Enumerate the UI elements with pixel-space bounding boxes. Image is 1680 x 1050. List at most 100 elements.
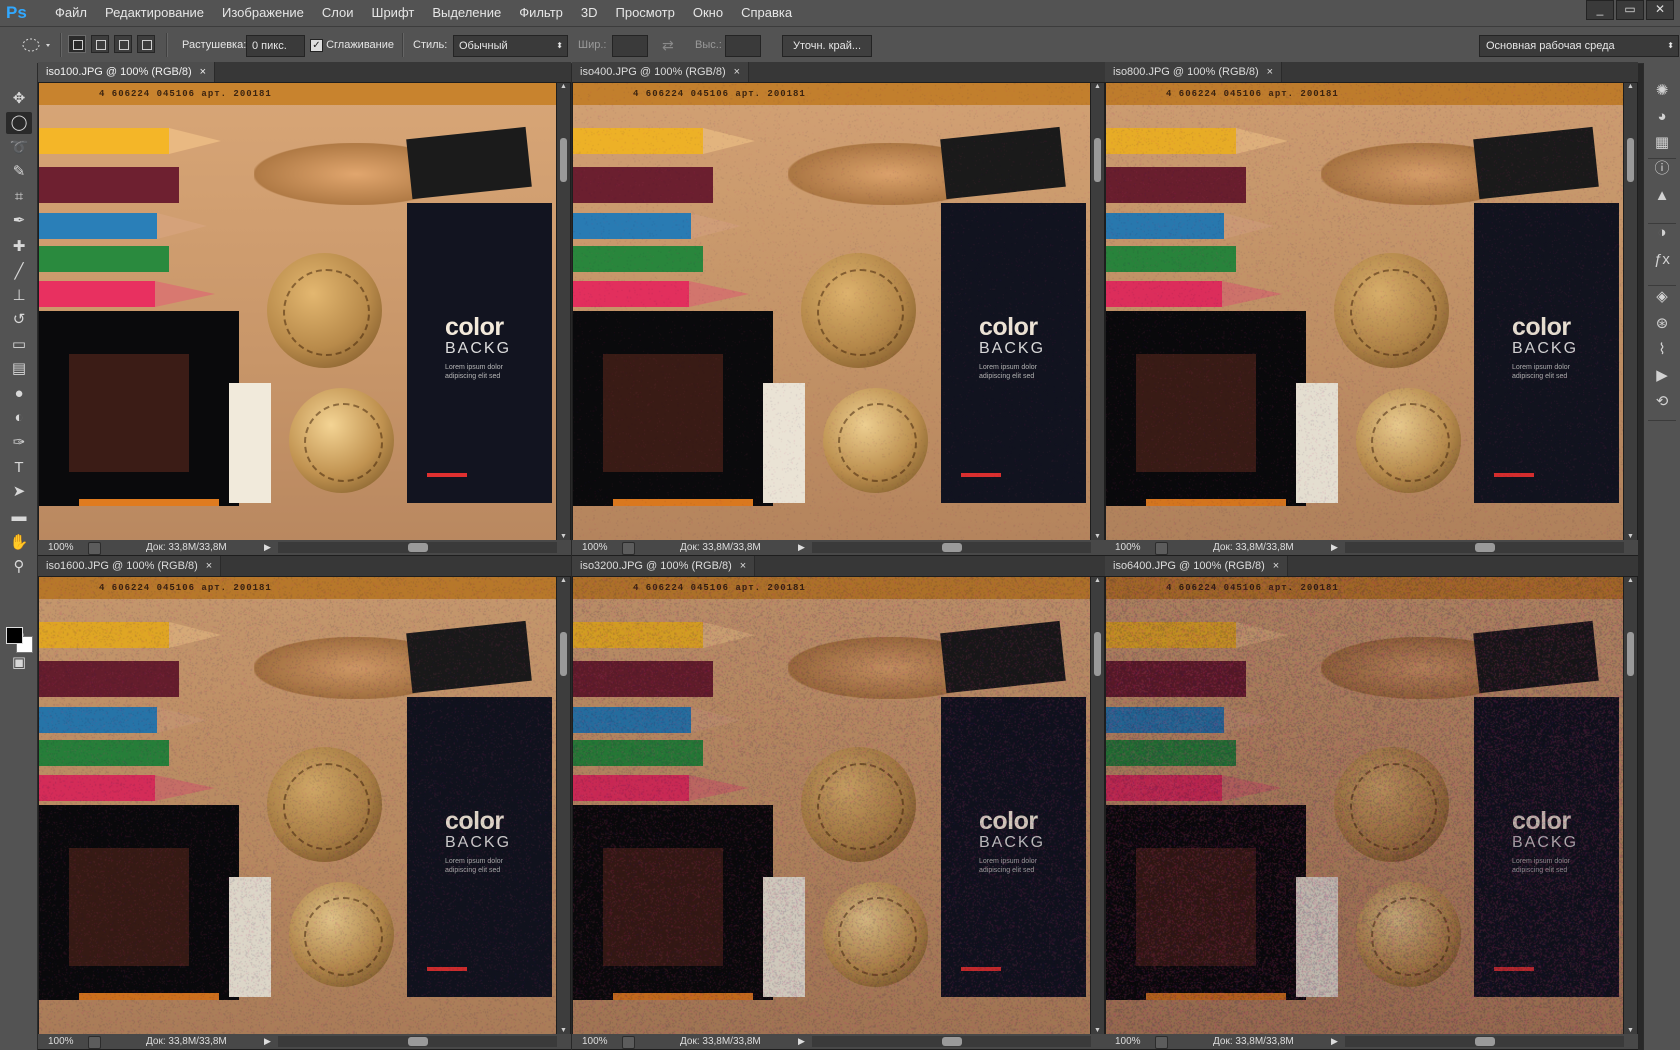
hand-icon[interactable]: ✋ — [6, 532, 32, 554]
close-button[interactable]: ✕ — [1646, 0, 1674, 20]
screen-mode-icon[interactable]: ▣ — [6, 652, 32, 674]
vertical-scrollbar[interactable]: ▲ ▼ — [1091, 83, 1104, 540]
scroll-down-icon[interactable]: ▼ — [1624, 1027, 1637, 1034]
menu-item-7[interactable]: 3D — [572, 0, 607, 26]
zoom-icon[interactable]: ⚲ — [6, 556, 32, 578]
menu-item-3[interactable]: Слои — [313, 0, 363, 26]
adjustments-icon[interactable]: ◑ — [1650, 223, 1674, 243]
status-menu-icon[interactable] — [1155, 1036, 1168, 1049]
scroll-down-icon[interactable]: ▼ — [1091, 533, 1104, 540]
horizontal-scrollbar[interactable] — [1345, 542, 1624, 553]
hscroll-thumb[interactable] — [408, 1037, 428, 1046]
crop-icon[interactable]: ⌗ — [6, 186, 32, 208]
type-icon[interactable]: T — [6, 457, 32, 479]
antialias-checkbox[interactable]: ✓ Сглаживание — [310, 35, 394, 55]
clone-stamp-icon[interactable]: ⊥ — [6, 285, 32, 307]
paths-icon[interactable]: ⌇ — [1650, 340, 1674, 360]
vertical-scrollbar[interactable]: ▲ ▼ — [557, 577, 570, 1034]
scroll-thumb[interactable] — [1094, 138, 1101, 182]
healing-brush-icon[interactable]: ✚ — [6, 236, 32, 258]
scroll-thumb[interactable] — [1627, 632, 1634, 676]
document-canvas[interactable]: 4 606224 045106 арт. 200181 color BACKG … — [1106, 83, 1623, 540]
status-expand-icon[interactable]: ▶ — [1331, 540, 1338, 555]
swatches-icon[interactable]: ▦ — [1650, 133, 1674, 153]
swap-icon[interactable]: ⇄ — [662, 35, 674, 55]
menu-item-9[interactable]: Окно — [684, 0, 732, 26]
hscroll-thumb[interactable] — [1475, 543, 1495, 552]
subtract-from-selection-button[interactable] — [114, 35, 132, 53]
histogram-icon[interactable]: ▲ — [1650, 186, 1674, 206]
menu-item-5[interactable]: Выделение — [423, 0, 510, 26]
scroll-up-icon[interactable]: ▲ — [557, 577, 570, 584]
document-tab[interactable]: iso1600.JPG @ 100% (RGB/8) × — [38, 556, 221, 576]
document-canvas[interactable]: 4 606224 045106 арт. 200181 color BACKG … — [573, 83, 1090, 540]
rectangle-icon[interactable]: ▬ — [6, 506, 32, 528]
vertical-scrollbar[interactable]: ▲ ▼ — [557, 83, 570, 540]
eraser-icon[interactable]: ▭ — [6, 334, 32, 356]
menu-item-1[interactable]: Редактирование — [96, 0, 213, 26]
styles-icon[interactable]: ƒx — [1650, 250, 1674, 270]
vertical-scrollbar[interactable]: ▲ ▼ — [1624, 83, 1637, 540]
scroll-thumb[interactable] — [560, 138, 567, 182]
scroll-up-icon[interactable]: ▲ — [1624, 83, 1637, 90]
scroll-thumb[interactable] — [1627, 138, 1634, 182]
maximize-button[interactable]: ▭ — [1616, 0, 1644, 20]
minimize-button[interactable]: _ — [1586, 0, 1614, 20]
status-expand-icon[interactable]: ▶ — [264, 1034, 271, 1049]
move-icon[interactable]: ✥ — [6, 88, 32, 110]
scroll-up-icon[interactable]: ▲ — [1091, 577, 1104, 584]
eyedropper-icon[interactable]: ✒ — [6, 210, 32, 232]
zoom-level[interactable]: 100% — [48, 1034, 74, 1049]
horizontal-scrollbar[interactable] — [278, 1036, 557, 1047]
zoom-level[interactable]: 100% — [582, 1034, 608, 1049]
pen-icon[interactable]: ✑ — [6, 432, 32, 454]
horizontal-scrollbar[interactable] — [812, 542, 1091, 553]
document-canvas[interactable]: 4 606224 045106 арт. 200181 color BACKG … — [39, 577, 556, 1034]
zoom-level[interactable]: 100% — [1115, 540, 1141, 555]
color-swatches[interactable] — [4, 623, 34, 653]
hscroll-thumb[interactable] — [1475, 1037, 1495, 1046]
refine-edge-button[interactable]: Уточн. край... — [782, 35, 872, 57]
menu-item-10[interactable]: Справка — [732, 0, 801, 26]
status-expand-icon[interactable]: ▶ — [1331, 1034, 1338, 1049]
zoom-level[interactable]: 100% — [48, 540, 74, 555]
zoom-level[interactable]: 100% — [1115, 1034, 1141, 1049]
brush-icon[interactable]: ╱ — [6, 261, 32, 283]
layers-icon[interactable]: ◈ — [1650, 287, 1674, 307]
vertical-scrollbar[interactable]: ▲ ▼ — [1091, 577, 1104, 1034]
blur-icon[interactable]: ● — [6, 383, 32, 405]
scroll-down-icon[interactable]: ▼ — [557, 1027, 570, 1034]
close-icon[interactable]: × — [200, 66, 206, 78]
horizontal-scrollbar[interactable] — [812, 1036, 1091, 1047]
close-icon[interactable]: × — [206, 560, 212, 572]
quick-selection-icon[interactable]: ✎ — [6, 161, 32, 183]
dodge-icon[interactable]: ◐ — [6, 407, 32, 429]
status-menu-icon[interactable] — [1155, 542, 1168, 555]
status-menu-icon[interactable] — [88, 542, 101, 555]
status-expand-icon[interactable]: ▶ — [798, 540, 805, 555]
menu-item-0[interactable]: Файл — [46, 0, 96, 26]
foreground-color[interactable] — [6, 627, 23, 644]
close-icon[interactable]: × — [1267, 66, 1273, 78]
hscroll-thumb[interactable] — [942, 543, 962, 552]
status-expand-icon[interactable]: ▶ — [264, 540, 271, 555]
document-tab[interactable]: iso800.JPG @ 100% (RGB/8) × — [1105, 62, 1282, 82]
document-tab[interactable]: iso3200.JPG @ 100% (RGB/8) × — [572, 556, 755, 576]
width-input[interactable] — [612, 35, 648, 57]
scroll-down-icon[interactable]: ▼ — [1624, 533, 1637, 540]
status-menu-icon[interactable] — [88, 1036, 101, 1049]
scroll-thumb[interactable] — [1094, 632, 1101, 676]
document-canvas[interactable]: 4 606224 045106 арт. 200181 color BACKG … — [573, 577, 1090, 1034]
close-icon[interactable]: × — [740, 560, 746, 572]
path-selection-icon[interactable]: ➤ — [6, 481, 32, 503]
scroll-up-icon[interactable]: ▲ — [557, 83, 570, 90]
horizontal-scrollbar[interactable] — [1345, 1036, 1624, 1047]
close-icon[interactable]: × — [734, 66, 740, 78]
document-tab[interactable]: iso400.JPG @ 100% (RGB/8) × — [572, 62, 749, 82]
ellipse-marquee-icon[interactable]: ◯ — [6, 112, 32, 134]
history-icon[interactable]: ⟲ — [1650, 392, 1674, 412]
status-expand-icon[interactable]: ▶ — [798, 1034, 805, 1049]
gradient-icon[interactable]: ▤ — [6, 358, 32, 380]
feather-input[interactable]: 0 пикс. — [246, 35, 305, 57]
status-menu-icon[interactable] — [622, 1036, 635, 1049]
